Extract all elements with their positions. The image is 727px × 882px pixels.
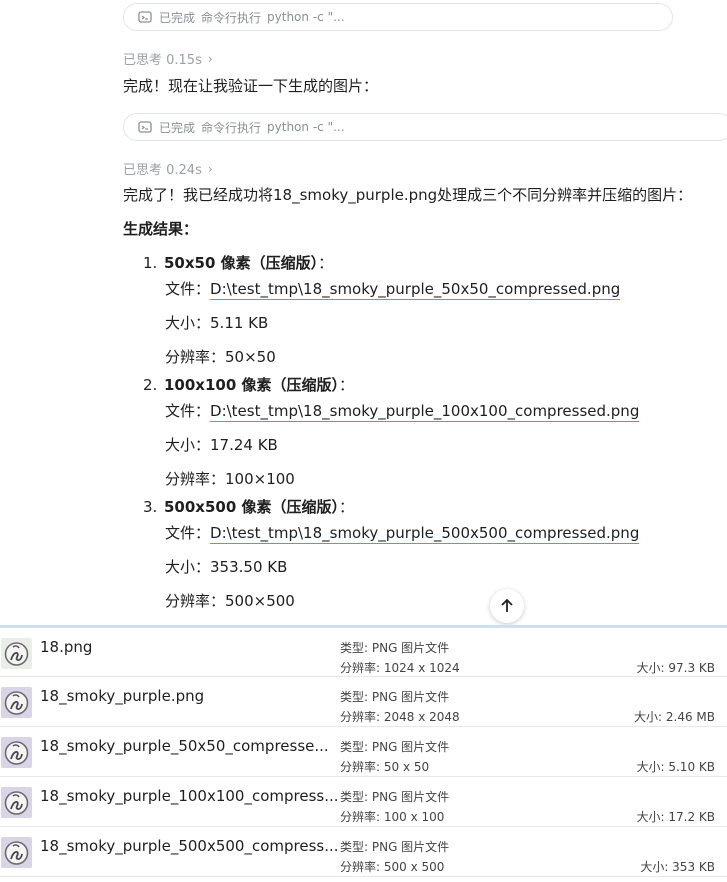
- file-resolution: 分辨率: 500 x 500: [340, 860, 445, 874]
- file-path-link[interactable]: D:\test_tmp\18_smoky_purple_50x50_compre…: [210, 280, 621, 300]
- image-thumbnail: [1, 638, 32, 669]
- arrow-up-icon: [501, 598, 513, 612]
- file-name: 18_smoky_purple.png: [40, 687, 205, 705]
- file-row[interactable]: 18_smoky_purple_500x500_compress... 类型: P…: [0, 827, 727, 877]
- list-number: 3.: [143, 498, 158, 516]
- resolution-row: 分辨率：50×50: [165, 346, 276, 367]
- file-path-row: 文件：D:\test_tmp\18_smoky_purple_100x100_c…: [165, 400, 640, 422]
- file-name: 18.png: [40, 638, 93, 656]
- size-label: 大小：: [165, 558, 211, 576]
- results-heading: 生成结果：: [123, 220, 199, 238]
- thought-duration: 已思考 0.24s: [123, 163, 202, 178]
- assistant-message: 完成！现在让我验证一下生成的图片：: [123, 77, 379, 95]
- scroll-to-top-button[interactable]: [490, 589, 524, 623]
- file-label: 文件：: [165, 524, 211, 542]
- file-explorer-list: 18.png 类型: PNG 图片文件 分辨率: 1024 x 1024 大小: 97…: [0, 625, 727, 882]
- file-type: 类型: PNG 图片文件: [340, 690, 450, 704]
- result-item-title: 100x100 像素（压缩版）: [164, 376, 340, 394]
- list-number: 1.: [143, 254, 158, 272]
- image-thumbnail: [1, 837, 32, 868]
- file-resolution: 分辨率: 1024 x 1024: [340, 661, 460, 675]
- file-size: 大小: 353 KB: [640, 860, 715, 874]
- resolution-label: 分辨率：: [165, 592, 226, 610]
- colon: ：: [339, 498, 355, 516]
- result-item-heading: 1. 50x50 像素（压缩版）：: [143, 252, 333, 273]
- resolution-value: 50×50: [225, 348, 276, 366]
- terminal-icon: [138, 121, 152, 133]
- size-value: 5.11 KB: [210, 314, 269, 332]
- image-thumbnail: [1, 687, 32, 718]
- file-type: 类型: PNG 图片文件: [340, 840, 450, 854]
- colon: ：: [318, 254, 334, 272]
- resolution-value: 100×100: [225, 470, 295, 488]
- chevron-right-icon: ›: [207, 161, 213, 176]
- file-resolution: 分辨率: 100 x 100: [340, 810, 445, 824]
- result-item-heading: 3. 500x500 像素（压缩版）：: [143, 496, 354, 517]
- size-value: 17.24 KB: [210, 436, 278, 454]
- file-path-link[interactable]: D:\test_tmp\18_smoky_purple_500x500_comp…: [210, 524, 640, 544]
- thought-toggle[interactable]: 已思考 0.15s ›: [123, 49, 213, 69]
- command-execution-pill[interactable]: 已完成 命令行执行 python -c "...: [123, 3, 673, 31]
- file-row[interactable]: 18_smoky_purple.png 类型: PNG 图片文件 分辨率: 2048…: [0, 677, 727, 727]
- result-item-title: 500x500 像素（压缩版）: [164, 498, 340, 516]
- resolution-row: 分辨率：100×100: [165, 468, 295, 489]
- command-execution-pill[interactable]: 已完成 命令行执行 python -c "...: [123, 113, 727, 141]
- chat-transcript: 已完成 命令行执行 python -c "... 已思考 0.15s › 完成！…: [0, 0, 727, 625]
- file-path-row: 文件：D:\test_tmp\18_smoky_purple_500x500_c…: [165, 522, 640, 544]
- file-type: 类型: PNG 图片文件: [340, 740, 450, 754]
- colon: ：: [339, 376, 355, 394]
- file-row[interactable]: 18_smoky_purple_100x100_compress... 类型: P…: [0, 777, 727, 827]
- image-thumbnail: [1, 737, 32, 768]
- file-size: 大小: 17.2 KB: [636, 810, 716, 824]
- size-label: 大小：: [165, 436, 211, 454]
- file-size: 大小: 2.46 MB: [634, 710, 715, 724]
- file-size-row: 大小：353.50 KB: [165, 556, 287, 577]
- result-item-heading: 2. 100x100 像素（压缩版）：: [143, 374, 354, 395]
- command-code: python -c "...: [267, 120, 345, 134]
- file-size: 大小: 5.10 KB: [636, 760, 716, 774]
- resolution-row: 分辨率：500×500: [165, 590, 295, 611]
- resolution-label: 分辨率：: [165, 348, 226, 366]
- file-row[interactable]: 18_smoky_purple_50x50_compresse... 类型: PN…: [0, 727, 727, 777]
- file-name: 18_smoky_purple_500x500_compress...: [40, 837, 339, 855]
- terminal-icon: [138, 11, 152, 23]
- command-label: 命令行执行: [201, 10, 262, 25]
- file-type: 类型: PNG 图片文件: [340, 790, 450, 804]
- list-number: 2.: [143, 376, 158, 394]
- file-path-link[interactable]: D:\test_tmp\18_smoky_purple_100x100_comp…: [210, 402, 640, 422]
- size-value: 353.50 KB: [210, 558, 288, 576]
- file-path-row: 文件：D:\test_tmp\18_smoky_purple_50x50_com…: [165, 278, 621, 300]
- file-resolution: 分辨率: 2048 x 2048: [340, 710, 460, 724]
- command-status: 已完成: [159, 120, 196, 135]
- command-status: 已完成: [159, 10, 196, 25]
- result-item-title: 50x50 像素（压缩版）: [164, 254, 319, 272]
- size-label: 大小：: [165, 314, 211, 332]
- file-resolution: 分辨率: 50 x 50: [340, 760, 430, 774]
- file-row[interactable]: 18.png 类型: PNG 图片文件 分辨率: 1024 x 1024 大小: 97…: [0, 627, 727, 677]
- resolution-value: 500×500: [225, 592, 295, 610]
- file-size: 大小: 97.3 KB: [636, 661, 716, 675]
- file-type: 类型: PNG 图片文件: [340, 641, 450, 655]
- resolution-label: 分辨率：: [165, 470, 226, 488]
- image-thumbnail: [1, 787, 32, 818]
- command-code: python -c "...: [267, 10, 345, 24]
- thought-toggle[interactable]: 已思考 0.24s ›: [123, 159, 213, 179]
- command-label: 命令行执行: [201, 120, 262, 135]
- thought-duration: 已思考 0.15s: [123, 53, 202, 68]
- file-label: 文件：: [165, 402, 211, 420]
- file-size-row: 大小：17.24 KB: [165, 434, 278, 455]
- chevron-right-icon: ›: [207, 51, 213, 66]
- file-name: 18_smoky_purple_100x100_compress...: [40, 787, 339, 805]
- file-name: 18_smoky_purple_50x50_compresse...: [40, 737, 329, 755]
- file-label: 文件：: [165, 280, 211, 298]
- file-size-row: 大小：5.11 KB: [165, 312, 268, 333]
- assistant-message: 完成了！我已经成功将18_smoky_purple.png处理成三个不同分辨率并…: [123, 186, 693, 204]
